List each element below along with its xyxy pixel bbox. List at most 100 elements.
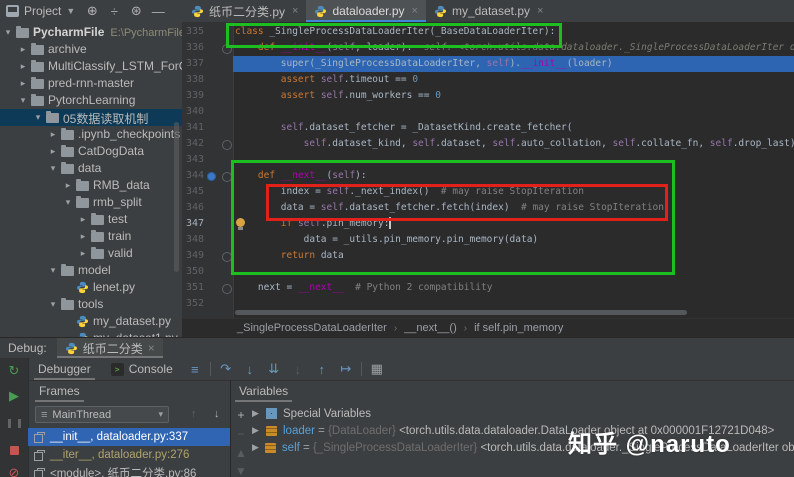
tree-item[interactable]: ▸ archive [0,41,182,58]
expand-arrow-icon[interactable]: ▶ [252,425,260,436]
step-out-icon[interactable]: ↑ [310,358,334,380]
tree-vertical-scrollbar[interactable] [174,122,179,272]
debug-session-tab[interactable]: 纸币二分类 × [56,338,163,358]
tree-item[interactable]: ▾ rmb_split [0,194,182,211]
tree-item[interactable]: ▸ .ipynb_checkpoints [0,126,182,143]
breadcrumb-item[interactable]: if self.pin_memory [474,322,563,334]
line-number: 351 [185,282,204,293]
tree-item[interactable]: ▸ valid [0,245,182,262]
code-token: 0 [412,74,419,85]
chevron-right-icon[interactable]: ▸ [48,129,58,140]
next-frame-icon[interactable]: ↓ [214,408,220,420]
code-token: def [257,42,281,53]
code-fold-icon[interactable] [222,140,232,150]
tab-close-icon[interactable]: × [412,5,418,17]
variables-header[interactable]: Variables [235,380,293,402]
tab-close-icon[interactable]: × [292,5,298,17]
chevron-down-icon[interactable]: ▾ [48,265,58,276]
code-fold-icon[interactable] [222,284,232,294]
tree-item[interactable]: ▸ pred-rnn-master [0,75,182,92]
chevron-right-icon[interactable]: ▸ [18,61,28,72]
chevron-down-icon[interactable]: ▾ [63,197,73,208]
chevron-down-icon[interactable]: ▾ [18,95,28,106]
tree-item[interactable]: ▸ train [0,228,182,245]
tab-console[interactable]: > Console [101,358,183,380]
tree-item[interactable]: ▾ PytorchLearning [0,92,182,109]
code-line: index = self._next_index() # may raise S… [235,184,584,200]
tree-item-label: train [108,229,132,243]
thread-selector[interactable]: ≡ MainThread ▾ [35,406,169,423]
frame-row[interactable]: __init__, dataloader.py:337 [28,428,230,446]
tree-item[interactable]: lenet.py [0,279,182,296]
step-into-icon[interactable]: ↓ [238,358,262,380]
tree-item[interactable]: ▾ 05数据读取机制 [0,109,182,126]
stack-frame-icon [34,468,45,477]
chevron-right-icon[interactable]: ▸ [78,214,88,225]
chevron-down-icon[interactable]: ▾ [48,163,58,174]
variable-row[interactable]: ▶ Special Variables [230,405,794,422]
collapse-all-icon[interactable]: ÷ [103,0,125,22]
tree-item[interactable]: ▾ tools [0,296,182,313]
hide-panel-icon[interactable]: — [147,0,169,22]
bookmark-icon[interactable] [207,172,216,181]
expand-arrow-icon[interactable]: ▶ [252,442,259,453]
code-fold-icon[interactable] [222,252,232,262]
chevron-right-icon[interactable]: ▸ [18,78,28,89]
tree-item[interactable]: ▾ model [0,262,182,279]
breadcrumb-item[interactable]: __next__() [404,322,457,334]
tree-item[interactable]: ▾ data [0,160,182,177]
close-icon[interactable]: × [148,341,155,355]
view-options-icon[interactable]: ≡ [183,358,207,380]
code-fold-icon[interactable] [222,172,232,182]
tree-item-label: archive [48,42,87,56]
locate-file-icon[interactable]: ⊕ [81,0,103,22]
tree-item[interactable]: my_dataset.py [0,313,182,330]
tree-item[interactable]: my_dataset1.py [0,330,182,337]
chevron-down-icon[interactable]: ▾ [3,27,13,38]
editor-tab[interactable]: my_dataset.py × [426,0,551,22]
code-token: if [280,218,298,229]
editor-horizontal-scrollbar[interactable] [235,310,687,315]
tree-item[interactable]: ▸ test [0,211,182,228]
expand-arrow-icon[interactable]: ▶ [252,408,260,419]
stop-icon[interactable] [0,440,28,460]
debug-header: Debug: 纸币二分类 × [0,338,794,358]
tab-close-icon[interactable]: × [537,5,543,17]
editor-tab[interactable]: 纸币二分类.py × [183,0,306,22]
stack-frame-icon [34,432,45,443]
breadcrumb-item[interactable]: _SingleProcessDataLoaderIter [237,322,387,334]
step-over-icon[interactable]: ↷ [214,358,238,380]
chevron-right-icon[interactable]: ▸ [63,180,73,191]
chevron-right-icon[interactable]: ▸ [18,44,28,55]
code-fold-icon[interactable] [222,44,232,54]
tab-debugger[interactable]: Debugger [28,358,101,380]
chevron-right-icon[interactable]: ▸ [78,231,88,242]
pause-icon[interactable] [0,413,28,433]
tree-item[interactable]: ▸ MultiClassify_LSTM_ForChine [0,58,182,75]
frame-row[interactable]: __iter__, dataloader.py:276 [28,446,230,464]
tree-item[interactable]: ▸ RMB_data [0,177,182,194]
frames-header[interactable]: Frames [35,380,84,402]
code-editor[interactable]: 335 336 337 338 339 340 341 342 343 344 345 346 347 3… [182,22,794,318]
code-token: data [320,250,344,261]
tree-item-label: PycharmFile E:\PycharmFile [33,25,183,39]
resume-icon[interactable]: ▶ [0,386,28,406]
chevron-right-icon[interactable]: ▸ [48,146,58,157]
chevron-down-icon[interactable]: ▾ [33,112,43,123]
rerun-debug-icon[interactable]: ↻ [0,361,28,381]
frame-row[interactable]: <module>, 纸币二分类.py:86 [28,464,230,477]
view-breakpoints-icon[interactable]: ▦ [365,358,389,380]
code-token: ). [509,58,522,69]
run-to-cursor-icon[interactable]: ↦ [334,358,358,380]
editor-tab[interactable]: dataloader.py × [306,0,426,22]
settings-gear-icon[interactable]: ⊛ [125,0,147,22]
chevron-down-icon[interactable]: ▾ [48,299,58,310]
tree-item[interactable]: ▸ CatDogData [0,143,182,160]
mute-breakpoints-icon[interactable]: ⊘ [0,463,28,477]
force-step-into-icon[interactable]: ⇊ [262,358,286,380]
code-line: def __next__(self): [235,168,367,184]
chevron-right-icon[interactable]: ▸ [78,248,88,259]
scroll-down-icon: ▼ [235,464,247,477]
tree-item[interactable]: ▾ PycharmFile E:\PycharmFile [0,24,182,41]
project-tool-window-button[interactable]: Project ▼ [0,0,81,22]
